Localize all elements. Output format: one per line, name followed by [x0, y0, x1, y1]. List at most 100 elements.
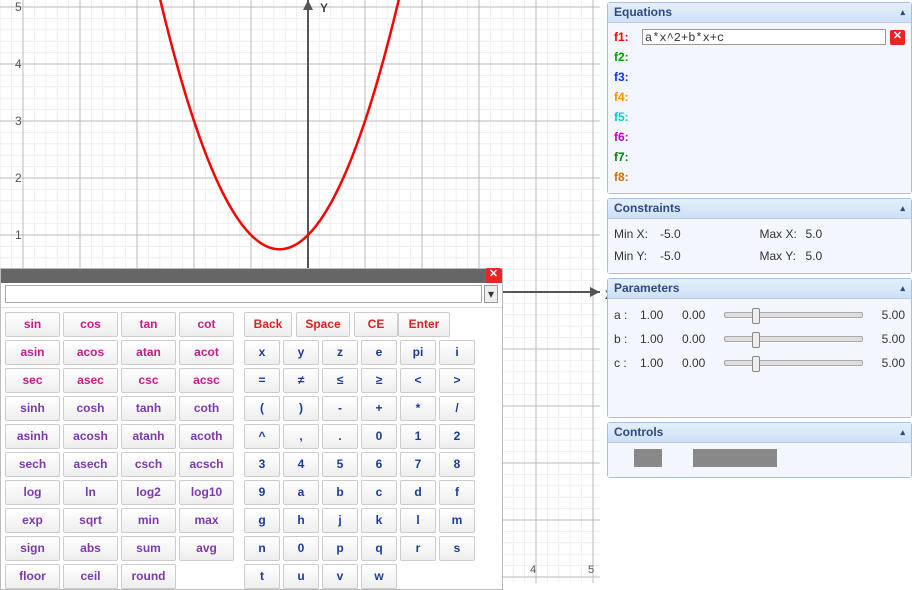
key-3[interactable]: 3: [244, 452, 280, 477]
key-l[interactable]: l: [400, 508, 436, 533]
key-<[interactable]: <: [400, 368, 436, 393]
key-tan[interactable]: tan: [121, 312, 176, 337]
key-avg[interactable]: avg: [179, 536, 234, 561]
key-*[interactable]: *: [400, 396, 436, 421]
key-+[interactable]: +: [361, 396, 397, 421]
key-,[interactable]: ,: [283, 424, 319, 449]
key-g[interactable]: g: [244, 508, 280, 533]
key-u[interactable]: u: [283, 564, 319, 589]
key-x[interactable]: x: [244, 340, 280, 365]
parameters-header[interactable]: Parameters ▴: [608, 279, 911, 299]
key-max[interactable]: max: [179, 508, 234, 533]
key-z[interactable]: z: [322, 340, 358, 365]
key-acosh[interactable]: acosh: [63, 424, 118, 449]
key-space[interactable]: Space: [296, 312, 350, 337]
key-cosh[interactable]: cosh: [63, 396, 118, 421]
key-atan[interactable]: atan: [121, 340, 176, 365]
key-sec[interactable]: sec: [5, 368, 60, 393]
parameters-collapse-icon[interactable]: ▴: [900, 283, 905, 294]
key-csc[interactable]: csc: [121, 368, 176, 393]
key-9[interactable]: 9: [244, 480, 280, 505]
key-f[interactable]: f: [439, 480, 475, 505]
key-log[interactable]: log: [5, 480, 60, 505]
keyboard-close-button[interactable]: ✕: [486, 268, 501, 283]
key-i[interactable]: i: [439, 340, 475, 365]
constraints-collapse-icon[interactable]: ▴: [900, 203, 905, 214]
key-5[interactable]: 5: [322, 452, 358, 477]
key-sinh[interactable]: sinh: [5, 396, 60, 421]
key-m[interactable]: m: [439, 508, 475, 533]
key-asinh[interactable]: asinh: [5, 424, 60, 449]
key-t[interactable]: t: [244, 564, 280, 589]
key-n[interactable]: n: [244, 536, 280, 561]
param-slider[interactable]: [724, 336, 863, 342]
key-r[interactable]: r: [400, 536, 436, 561]
key-≥[interactable]: ≥: [361, 368, 397, 393]
key-csch[interactable]: csch: [121, 452, 176, 477]
param-value[interactable]: 1.00: [640, 356, 674, 370]
maxx-value[interactable]: 5.0: [806, 227, 823, 241]
key-a[interactable]: a: [283, 480, 319, 505]
key-enter[interactable]: Enter: [398, 312, 450, 337]
equations-collapse-icon[interactable]: ▴: [900, 7, 905, 18]
key-d[interactable]: d: [400, 480, 436, 505]
miny-value[interactable]: -5.0: [660, 249, 681, 263]
key-ceil[interactable]: ceil: [63, 564, 118, 589]
key-b[interactable]: b: [322, 480, 358, 505]
key--[interactable]: -: [322, 396, 358, 421]
key-([interactable]: (: [244, 396, 280, 421]
key-sum[interactable]: sum: [121, 536, 176, 561]
key-ce[interactable]: CE: [354, 312, 398, 337]
key-abs[interactable]: abs: [63, 536, 118, 561]
key-pi[interactable]: pi: [400, 340, 436, 365]
param-value[interactable]: 1.00: [640, 308, 674, 322]
key-=[interactable]: =: [244, 368, 280, 393]
key-sech[interactable]: sech: [5, 452, 60, 477]
equation-delete-1[interactable]: ✕: [890, 30, 905, 45]
key-y[interactable]: y: [283, 340, 319, 365]
key-sign[interactable]: sign: [5, 536, 60, 561]
equation-input-1[interactable]: a*x^2+b*x+c: [642, 29, 886, 45]
key-asin[interactable]: asin: [5, 340, 60, 365]
key-cot[interactable]: cot: [179, 312, 234, 337]
controls-collapse-icon[interactable]: ▴: [900, 427, 905, 438]
key-min[interactable]: min: [121, 508, 176, 533]
key-≤[interactable]: ≤: [322, 368, 358, 393]
key-acos[interactable]: acos: [63, 340, 118, 365]
key-coth[interactable]: coth: [179, 396, 234, 421]
key-ln[interactable]: ln: [63, 480, 118, 505]
key-exp[interactable]: exp: [5, 508, 60, 533]
key-log10[interactable]: log10: [179, 480, 234, 505]
key-atanh[interactable]: atanh: [121, 424, 176, 449]
control-button-2[interactable]: [693, 449, 777, 467]
param-slider[interactable]: [724, 360, 863, 366]
key-.[interactable]: .: [322, 424, 358, 449]
keyboard-input[interactable]: [5, 285, 482, 303]
key-log2[interactable]: log2: [121, 480, 176, 505]
keyboard-titlebar[interactable]: ✕: [1, 269, 502, 283]
equations-header[interactable]: Equations ▴: [608, 3, 911, 23]
key-asec[interactable]: asec: [63, 368, 118, 393]
keyboard-dropdown-button[interactable]: ▾: [484, 285, 498, 303]
key-6[interactable]: 6: [361, 452, 397, 477]
key-c[interactable]: c: [361, 480, 397, 505]
key-)[interactable]: ): [283, 396, 319, 421]
key-cos[interactable]: cos: [63, 312, 118, 337]
key-s[interactable]: s: [439, 536, 475, 561]
key-w[interactable]: w: [361, 564, 397, 589]
key-sqrt[interactable]: sqrt: [63, 508, 118, 533]
param-slider[interactable]: [724, 312, 863, 318]
key-tanh[interactable]: tanh: [121, 396, 176, 421]
key-acsc[interactable]: acsc: [179, 368, 234, 393]
key-≠[interactable]: ≠: [283, 368, 319, 393]
key-acsch[interactable]: acsch: [179, 452, 234, 477]
constraints-header[interactable]: Constraints ▴: [608, 199, 911, 219]
key-4[interactable]: 4: [283, 452, 319, 477]
key-^[interactable]: ^: [244, 424, 280, 449]
minx-value[interactable]: -5.0: [660, 227, 681, 241]
control-button-1[interactable]: [634, 449, 662, 467]
key-acot[interactable]: acot: [179, 340, 234, 365]
key-1[interactable]: 1: [400, 424, 436, 449]
key-0[interactable]: 0: [361, 424, 397, 449]
key-p[interactable]: p: [322, 536, 358, 561]
